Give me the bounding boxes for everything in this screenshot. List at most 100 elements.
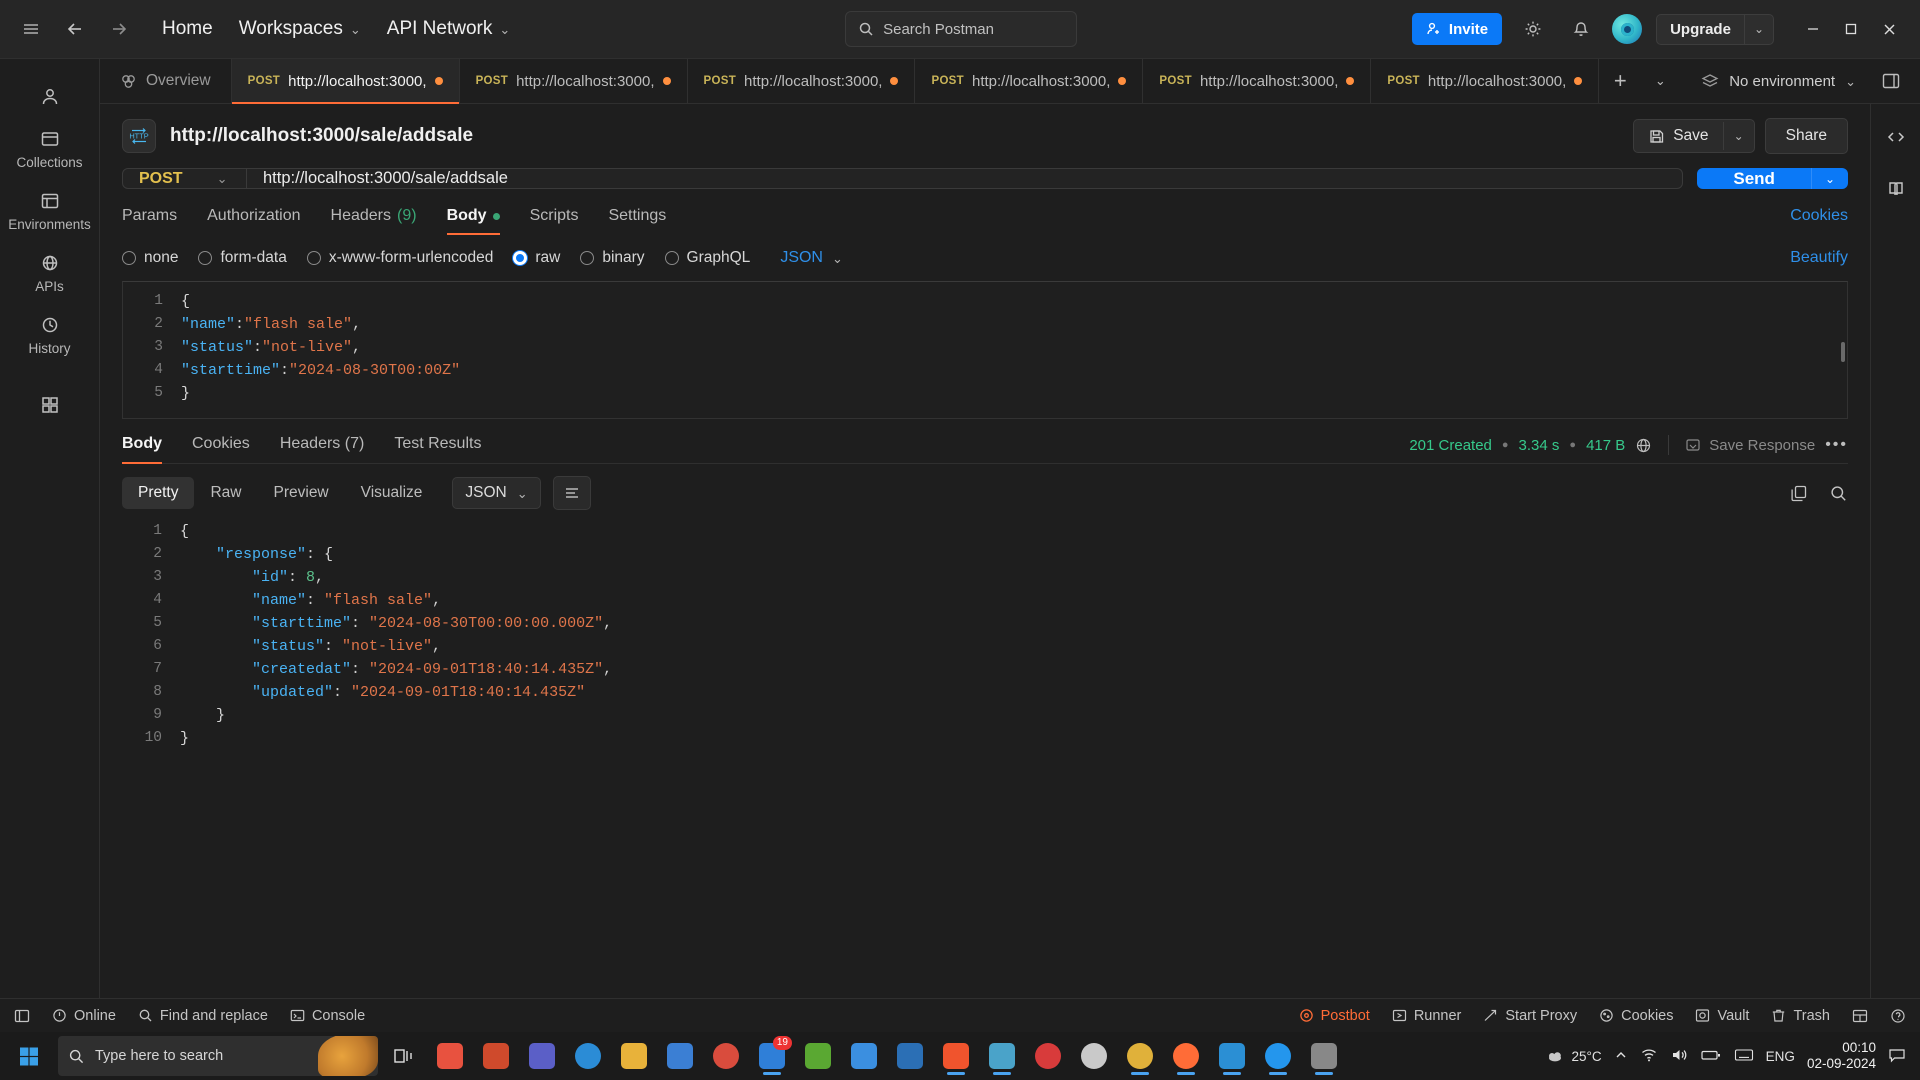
body-type-raw[interactable]: raw [513,249,560,267]
cookies-link[interactable]: Cookies [1790,207,1848,235]
response-tab-test-results[interactable]: Test Results [394,435,481,463]
cookies-button[interactable]: Cookies [1599,1008,1673,1024]
taskbar-app-powerpoint-icon[interactable] [476,1036,516,1076]
menu-workspaces[interactable]: Workspaces ⌄ [239,18,361,40]
taskbar-app-postman-alt-icon[interactable] [982,1036,1022,1076]
keyboard-icon[interactable] [1734,1047,1754,1066]
sidebar-item-collections[interactable]: Collections [14,119,86,177]
chevron-down-icon[interactable]: ⌄ [1641,59,1679,103]
wrap-lines-icon[interactable] [553,476,591,510]
request-tab-5[interactable]: POST http://localhost:3000, [1371,59,1599,103]
chevron-down-icon[interactable]: ⌄ [1744,15,1773,44]
sidebar-item-more[interactable] [14,385,86,423]
response-tab-body[interactable]: Body [122,435,162,463]
body-type-binary[interactable]: binary [580,249,644,267]
hamburger-icon[interactable] [14,12,48,46]
taskbar-app-mail-icon[interactable]: 19 [752,1036,792,1076]
request-tab-3[interactable]: POST http://localhost:3000, [915,59,1143,103]
globe-icon[interactable] [1635,437,1652,454]
send-button[interactable]: Send [1697,168,1811,189]
sidebar-panel-icon[interactable] [1874,64,1908,98]
minimize-icon[interactable] [1796,13,1830,45]
sidebar-item-environments[interactable]: Environments [14,181,86,239]
close-icon[interactable] [1872,13,1906,45]
windows-start-icon[interactable] [6,1036,52,1076]
taskbar-app-chrome2-icon[interactable] [1120,1036,1160,1076]
copy-icon[interactable] [1790,484,1809,503]
chevron-down-icon[interactable]: ⌄ [1723,122,1754,150]
view-mode-raw[interactable]: Raw [194,477,257,509]
view-mode-preview[interactable]: Preview [258,477,345,509]
forward-arrow-icon[interactable] [102,12,136,46]
request-title[interactable]: http://localhost:3000/sale/addsale [170,125,473,147]
tab-overview[interactable]: Overview [100,59,232,103]
postbot-button[interactable]: Postbot [1299,1008,1370,1024]
request-tab-1[interactable]: POST http://localhost:3000, [460,59,688,103]
taskbar-app-vscode-icon[interactable] [1212,1036,1252,1076]
weather-widget[interactable]: 25°C [1545,1046,1602,1066]
task-view-icon[interactable] [384,1036,424,1076]
request-tab-4[interactable]: POST http://localhost:3000, [1143,59,1371,103]
start-proxy-button[interactable]: Start Proxy [1483,1008,1577,1024]
tab-settings[interactable]: Settings [608,207,666,235]
tab-scripts[interactable]: Scripts [530,207,579,235]
menu-api-network[interactable]: API Network ⌄ [387,18,511,40]
online-status[interactable]: Online [52,1008,116,1024]
body-type-urlencoded[interactable]: x-www-form-urlencoded [307,249,494,267]
search-input[interactable]: Search Postman [845,11,1077,47]
runner-button[interactable]: Runner [1392,1008,1462,1024]
taskbar-app-photos-icon[interactable] [844,1036,884,1076]
layout-icon[interactable] [1852,1008,1868,1024]
battery-icon[interactable] [1700,1047,1722,1066]
tab-authorization[interactable]: Authorization [207,207,300,235]
method-selector[interactable]: POST ⌄ [123,169,247,188]
taskbar-app-github-icon[interactable] [1074,1036,1114,1076]
taskbar-search-input[interactable]: Type here to search [58,1036,378,1076]
taskbar-app-media-player-icon[interactable] [1028,1036,1068,1076]
back-arrow-icon[interactable] [58,12,92,46]
response-body-viewer[interactable]: 12345678910 {"response": {"id": 8,"name"… [122,520,1848,998]
beautify-link[interactable]: Beautify [1790,249,1848,267]
taskbar-app-terminal-icon[interactable] [1304,1036,1344,1076]
taskbar-app-brave-icon[interactable] [936,1036,976,1076]
taskbar-app-teams-icon[interactable] [522,1036,562,1076]
body-type-graphql[interactable]: GraphQL [665,249,751,267]
editor-scrollbar[interactable] [1841,342,1845,362]
body-type-none[interactable]: none [122,249,178,267]
documentation-icon[interactable] [1879,172,1913,206]
invite-button[interactable]: Invite [1412,13,1502,45]
view-mode-pretty[interactable]: Pretty [122,477,194,509]
taskbar-clock[interactable]: 00:10 02-09-2024 [1807,1040,1876,1072]
vault-button[interactable]: Vault [1695,1008,1749,1024]
taskbar-app-office-icon[interactable] [430,1036,470,1076]
request-tab-0[interactable]: POST http://localhost:3000, [232,59,460,103]
taskbar-app-postman-icon[interactable] [1166,1036,1206,1076]
response-body-code[interactable]: {"response": {"id": 8,"name": "flash sal… [172,520,1848,998]
tab-params[interactable]: Params [122,207,177,235]
sidebar-item-person[interactable] [14,77,86,115]
sidebar-item-history[interactable]: History [14,305,86,363]
maximize-icon[interactable] [1834,13,1868,45]
save-response-button[interactable]: Save Response [1685,437,1815,454]
send-options-chevron-down-icon[interactable]: ⌄ [1811,168,1848,189]
taskbar-app-edge-icon[interactable] [568,1036,608,1076]
console-button[interactable]: Console [290,1008,365,1024]
taskbar-app-outlook-icon[interactable] [660,1036,700,1076]
taskbar-app-store-icon[interactable] [798,1036,838,1076]
taskbar-app-chrome-icon[interactable] [706,1036,746,1076]
help-icon[interactable] [1890,1008,1906,1024]
volume-icon[interactable] [1670,1046,1688,1067]
search-icon[interactable] [1829,484,1848,503]
request-body-editor[interactable]: 12345 {"name":"flash sale","status":"not… [122,281,1848,419]
body-type-form-data[interactable]: form-data [198,249,286,267]
tab-body[interactable]: Body [447,207,500,235]
bell-icon[interactable] [1564,12,1598,46]
menu-home[interactable]: Home [162,18,213,40]
tab-headers[interactable]: Headers (9) [331,207,417,235]
taskbar-app-file-explorer-icon[interactable] [614,1036,654,1076]
upgrade-button[interactable]: Upgrade ⌄ [1656,14,1774,45]
request-body-code[interactable]: {"name":"flash sale","status":"not-live"… [173,282,1847,418]
chevron-up-icon[interactable] [1614,1048,1628,1065]
gear-icon[interactable] [1516,12,1550,46]
request-tab-2[interactable]: POST http://localhost:3000, [688,59,916,103]
